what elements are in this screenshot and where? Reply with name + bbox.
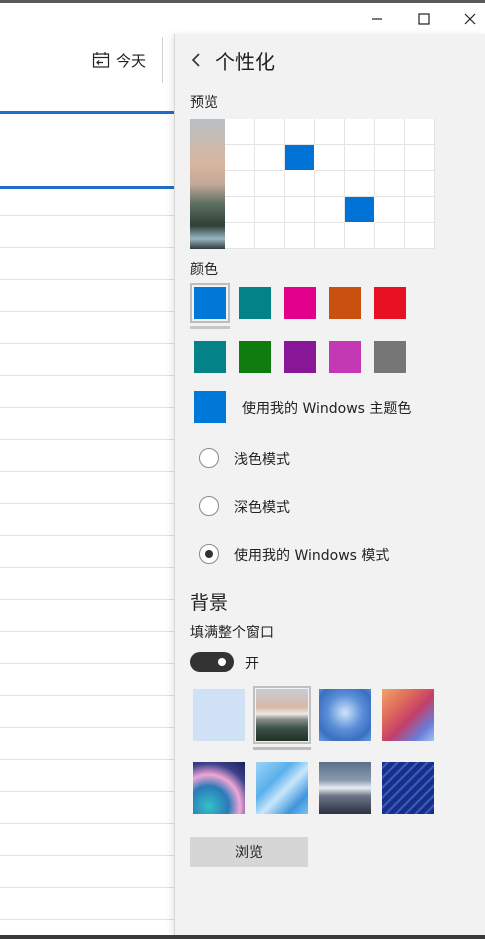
minimize-icon — [372, 18, 382, 20]
calendar-gridline — [0, 695, 174, 696]
back-button[interactable] — [189, 50, 203, 70]
calendar-gridline — [0, 727, 174, 728]
windows-mode-label[interactable]: 使用我的 Windows 模式 — [234, 545, 389, 565]
browse-button[interactable]: 浏览 — [190, 837, 308, 867]
dark-mode-radio[interactable] — [199, 496, 219, 516]
calendar-gridline — [0, 407, 174, 408]
calendar-gridline — [0, 599, 174, 600]
background-thumbnail[interactable] — [193, 762, 245, 814]
preview-event-block — [285, 145, 314, 170]
calendar-gridline — [0, 759, 174, 760]
color-swatch[interactable] — [284, 341, 316, 373]
color-swatch[interactable] — [239, 341, 271, 373]
personalization-panel: 个性化 预览 颜色 使用我的 Windows 主题色 浅色模式 深色模式 使用我… — [174, 34, 485, 935]
today-label: 今天 — [116, 51, 147, 70]
calendar-gridline — [0, 535, 174, 536]
windows-theme-color-label[interactable]: 使用我的 Windows 主题色 — [242, 398, 411, 418]
background-thumbnail[interactable] — [256, 689, 308, 741]
background-thumbnail[interactable] — [256, 762, 308, 814]
color-swatch[interactable] — [239, 287, 271, 319]
window-bottom-edge — [0, 935, 485, 939]
calendar-gridline — [0, 343, 174, 344]
background-thumbnail[interactable] — [382, 762, 434, 814]
color-swatch[interactable] — [194, 341, 226, 373]
color-swatch[interactable] — [329, 341, 361, 373]
color-swatch[interactable] — [374, 341, 406, 373]
calendar-gridline — [0, 791, 174, 792]
calendar-today-icon — [92, 52, 110, 68]
toggle-state-label: 开 — [245, 656, 259, 672]
calendar-header-line — [0, 111, 174, 114]
maximize-button[interactable] — [404, 6, 444, 32]
calendar-gridline — [0, 503, 174, 504]
back-arrow-icon — [191, 53, 200, 67]
close-icon — [464, 13, 476, 25]
maximize-icon — [418, 13, 430, 25]
color-swatch[interactable] — [329, 287, 361, 319]
dark-mode-label[interactable]: 深色模式 — [234, 497, 290, 517]
calendar-gridline — [0, 247, 174, 248]
calendar-gridline — [0, 631, 174, 632]
background-thumbnail[interactable] — [382, 689, 434, 741]
fill-window-toggle[interactable] — [190, 652, 234, 672]
calendar-gridline — [0, 439, 174, 440]
selected-background-indicator — [253, 747, 311, 750]
background-thumbnail[interactable] — [319, 689, 371, 741]
light-mode-label[interactable]: 浅色模式 — [234, 449, 290, 469]
fill-window-label: 填满整个窗口 — [190, 625, 274, 641]
preview-event-block — [345, 197, 374, 222]
background-thumbnail[interactable] — [319, 762, 371, 814]
today-button[interactable]: 今天 — [92, 46, 146, 74]
light-mode-radio[interactable] — [199, 448, 219, 468]
calendar-allday-line — [0, 186, 174, 189]
calendar-gridline — [0, 375, 174, 376]
calendar-gridline — [0, 215, 174, 216]
calendar-gridline — [0, 855, 174, 856]
windows-theme-color-swatch[interactable] — [194, 391, 226, 423]
calendar-gridline — [0, 919, 174, 920]
background-heading: 背景 — [190, 592, 229, 614]
calendar-gridline — [0, 823, 174, 824]
close-button[interactable] — [450, 6, 485, 32]
theme-preview — [190, 119, 435, 249]
calendar-gridline — [0, 471, 174, 472]
minimize-button[interactable] — [357, 6, 397, 32]
color-swatch[interactable] — [284, 287, 316, 319]
header-separator — [162, 37, 163, 83]
window-top-edge — [0, 0, 485, 3]
calendar-gridline — [0, 567, 174, 568]
windows-mode-radio[interactable] — [199, 544, 219, 564]
panel-title: 个性化 — [215, 50, 275, 74]
calendar-gridline — [0, 279, 174, 280]
color-swatch[interactable] — [374, 287, 406, 319]
calendar-gridline — [0, 663, 174, 664]
selected-color-indicator — [190, 326, 230, 329]
preview-background-image — [190, 119, 225, 249]
color-swatch[interactable] — [194, 287, 226, 319]
background-thumbnail[interactable] — [193, 689, 245, 741]
calendar-gridline — [0, 887, 174, 888]
colors-label: 颜色 — [190, 262, 218, 278]
calendar-gridline — [0, 311, 174, 312]
preview-label: 预览 — [190, 95, 218, 111]
